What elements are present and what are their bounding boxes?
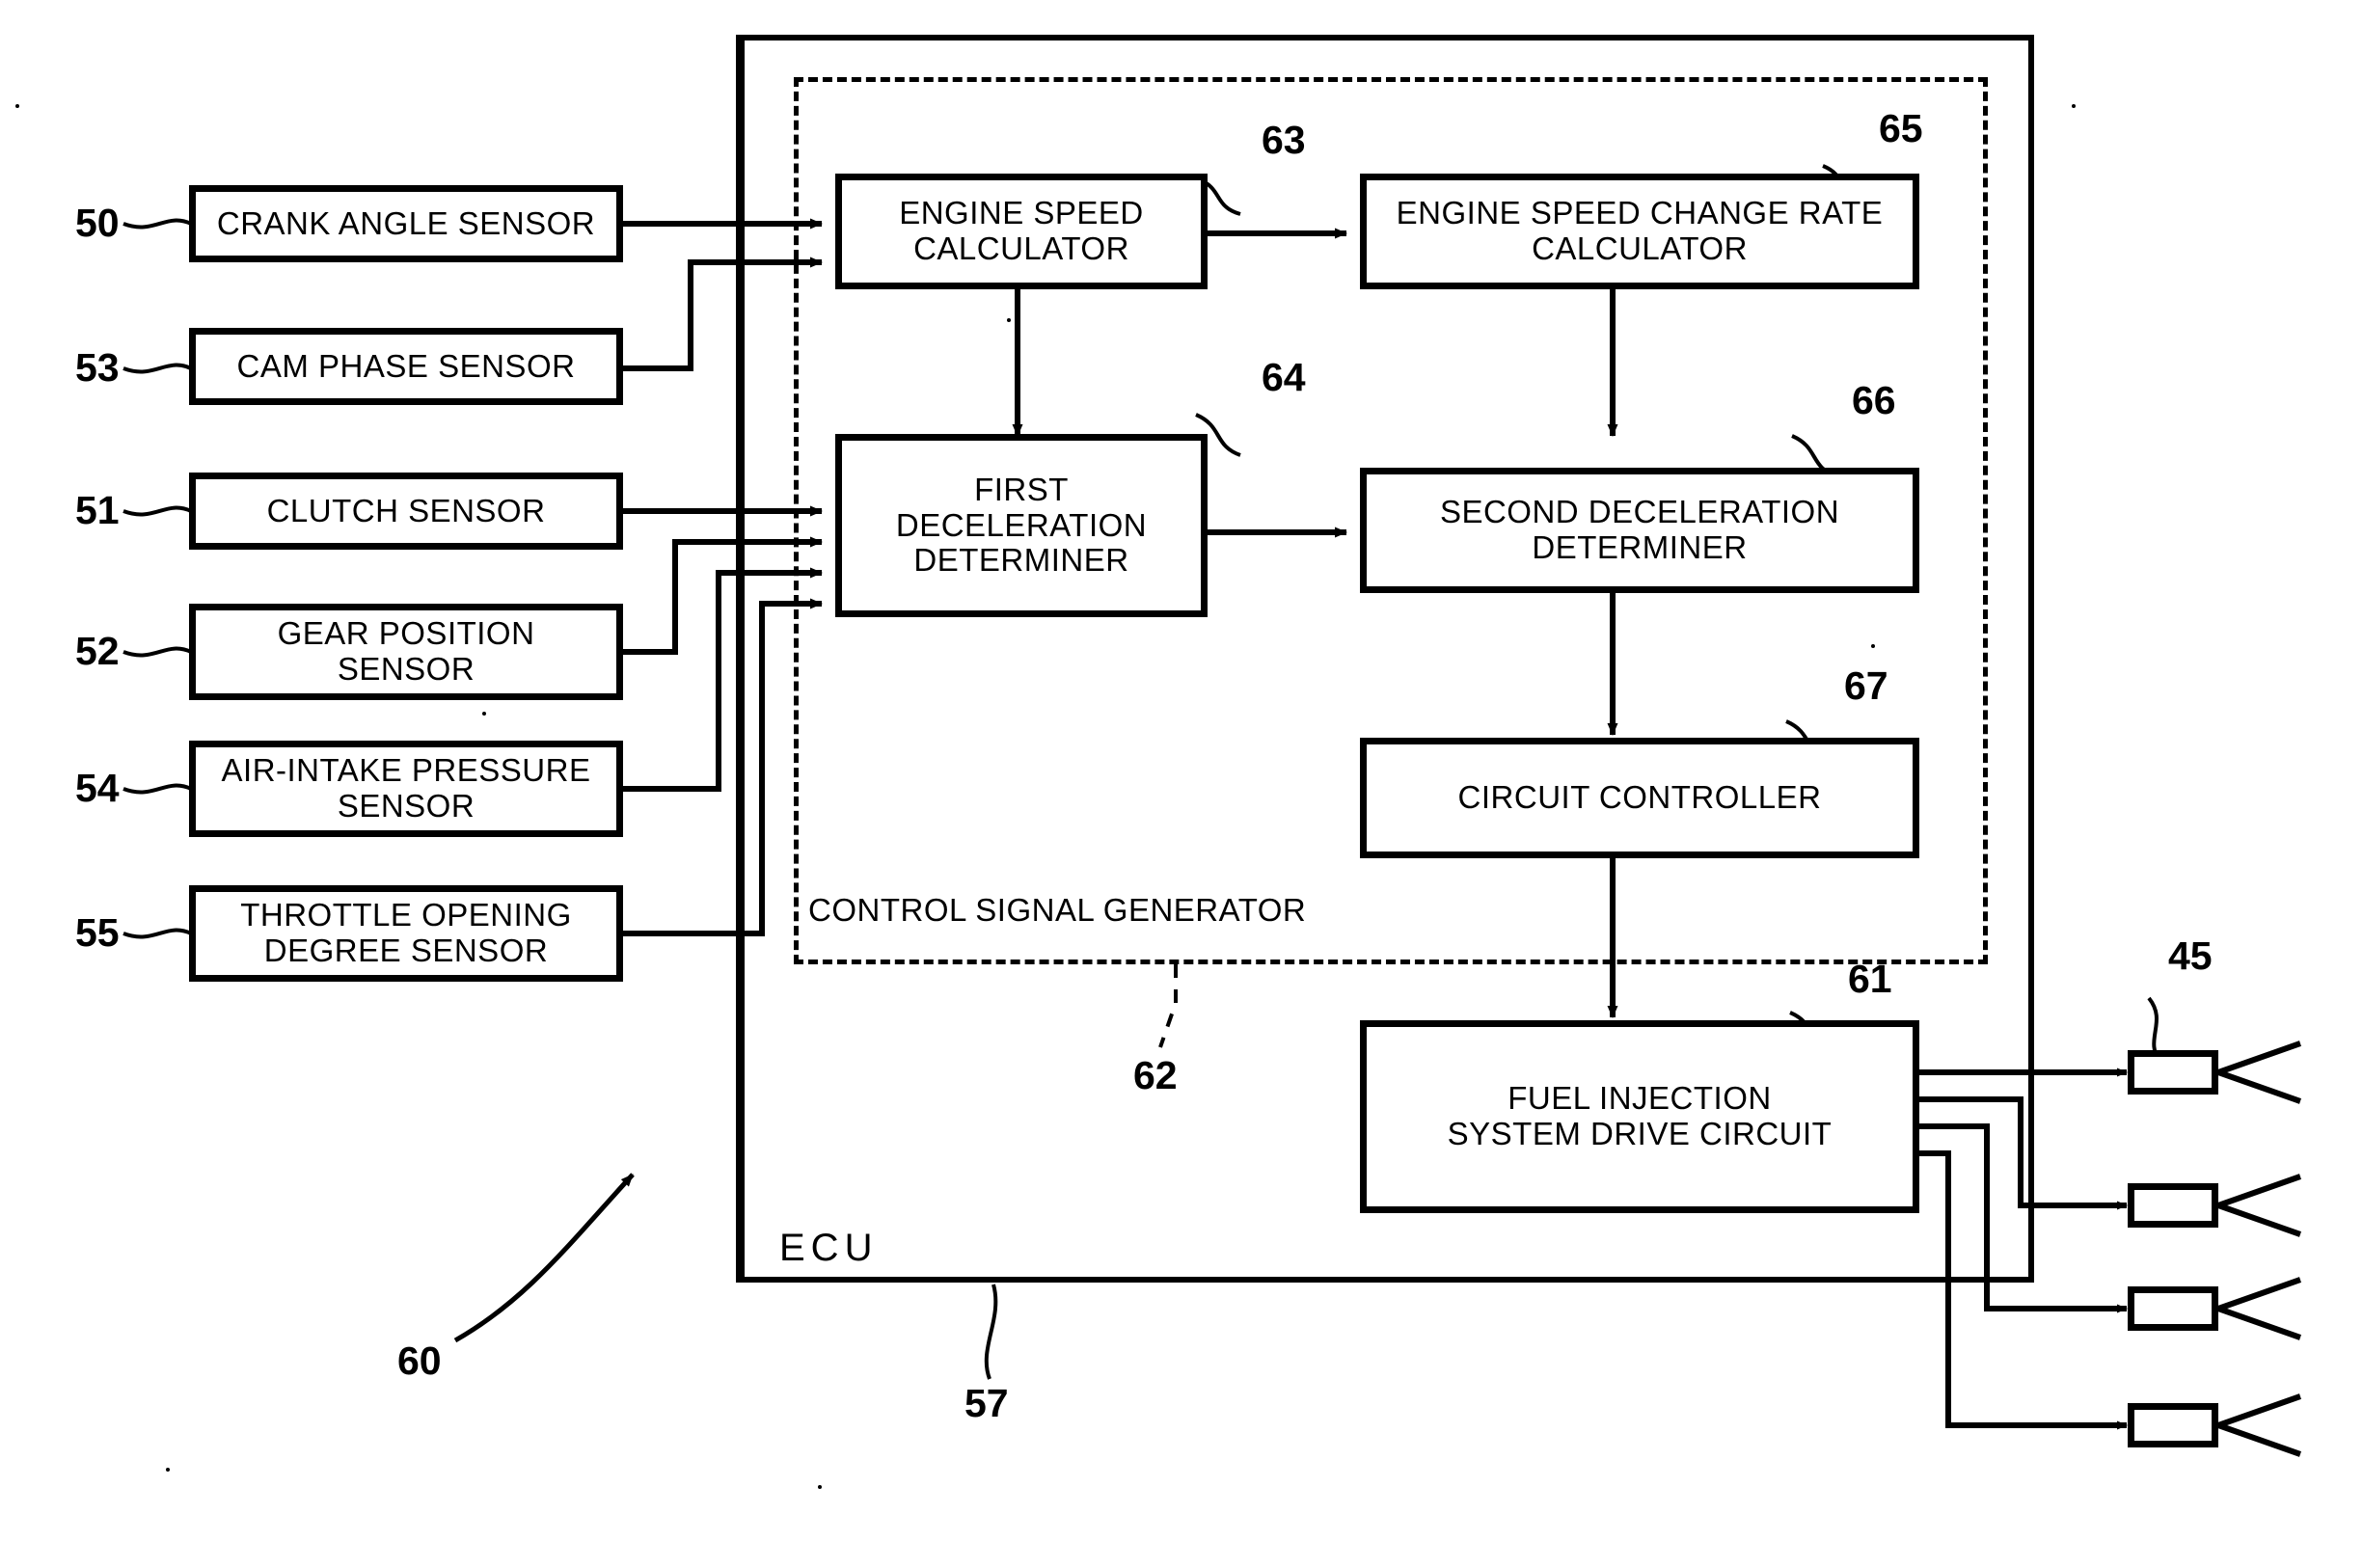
block-first-deceleration-determiner[interactable]: FIRST DECELERATION DETERMINER [835,434,1208,617]
scan-speck [818,1485,822,1489]
ref-numeral-61: 61 [1848,957,1892,1001]
sensor-box-gear-position[interactable]: GEAR POSITION SENSOR [189,604,623,700]
ref-numeral-62: 62 [1133,1053,1178,1097]
patent-figure-canvas: CRANK ANGLE SENSOR CAM PHASE SENSOR CLUT… [0,0,2363,1568]
block-engine-speed-calculator[interactable]: ENGINE SPEED CALCULATOR [835,174,1208,289]
injector-1[interactable] [2128,1050,2218,1095]
block-fuel-injection-system-drive-circuit[interactable]: FUEL INJECTION SYSTEM DRIVE CIRCUIT [1360,1020,1919,1213]
sensor-label: GEAR POSITION SENSOR [277,615,535,687]
ref-numeral-52: 52 [75,629,120,673]
injector-3[interactable] [2128,1286,2218,1331]
scan-speck [166,1468,170,1472]
ref-numeral-54: 54 [75,766,120,810]
block-circuit-controller[interactable]: CIRCUIT CONTROLLER [1360,738,1919,858]
ref-numeral-53: 53 [75,345,120,390]
ref-numeral-67: 67 [1844,663,1888,708]
ref-numeral-50: 50 [75,201,120,245]
ref-numeral-64: 64 [1262,355,1306,399]
sensor-box-cam-phase[interactable]: CAM PHASE SENSOR [189,328,623,405]
injector-2[interactable] [2128,1183,2218,1228]
block-engine-speed-change-rate-calculator[interactable]: ENGINE SPEED CHANGE RATE CALCULATOR [1360,174,1919,289]
sensor-label: AIR-INTAKE PRESSURE SENSOR [221,752,591,824]
block-label: FUEL INJECTION SYSTEM DRIVE CIRCUIT [1447,1080,1833,1151]
sensor-box-air-intake-pressure[interactable]: AIR-INTAKE PRESSURE SENSOR [189,741,623,837]
block-label: SECOND DECELERATION DETERMINER [1439,494,1840,565]
ref-numeral-60: 60 [397,1338,442,1383]
block-label: CIRCUIT CONTROLLER [1457,779,1822,816]
ref-numeral-55: 55 [75,910,120,955]
sensor-label: CRANK ANGLE SENSOR [216,204,596,241]
sensor-label: CLUTCH SENSOR [266,492,546,528]
injector-4[interactable] [2128,1403,2218,1447]
sensor-label: CAM PHASE SENSOR [236,347,576,384]
sensor-box-throttle-opening-degree[interactable]: THROTTLE OPENING DEGREE SENSOR [189,885,623,982]
ref-numeral-57: 57 [964,1381,1009,1425]
sensor-box-crank-angle[interactable]: CRANK ANGLE SENSOR [189,185,623,262]
sensor-box-clutch[interactable]: CLUTCH SENSOR [189,473,623,550]
scan-speck [1007,318,1011,322]
control-signal-generator-label: CONTROL SIGNAL GENERATOR [808,892,1307,928]
scan-speck [1871,644,1875,648]
ref-numeral-63: 63 [1262,118,1306,162]
block-label: FIRST DECELERATION DETERMINER [895,471,1148,579]
ecu-label: ECU [779,1227,879,1269]
ref-numeral-51: 51 [75,488,120,532]
scan-speck [482,712,486,716]
ref-numeral-66: 66 [1852,378,1896,422]
block-label: ENGINE SPEED CALCULATOR [899,195,1144,266]
block-second-deceleration-determiner[interactable]: SECOND DECELERATION DETERMINER [1360,468,1919,593]
ref-numeral-65: 65 [1879,106,1923,150]
scan-speck [2072,104,2076,108]
block-label: ENGINE SPEED CHANGE RATE CALCULATOR [1396,195,1884,266]
ref-numeral-45: 45 [2168,933,2213,978]
scan-speck [15,104,19,108]
sensor-label: THROTTLE OPENING DEGREE SENSOR [240,897,572,968]
